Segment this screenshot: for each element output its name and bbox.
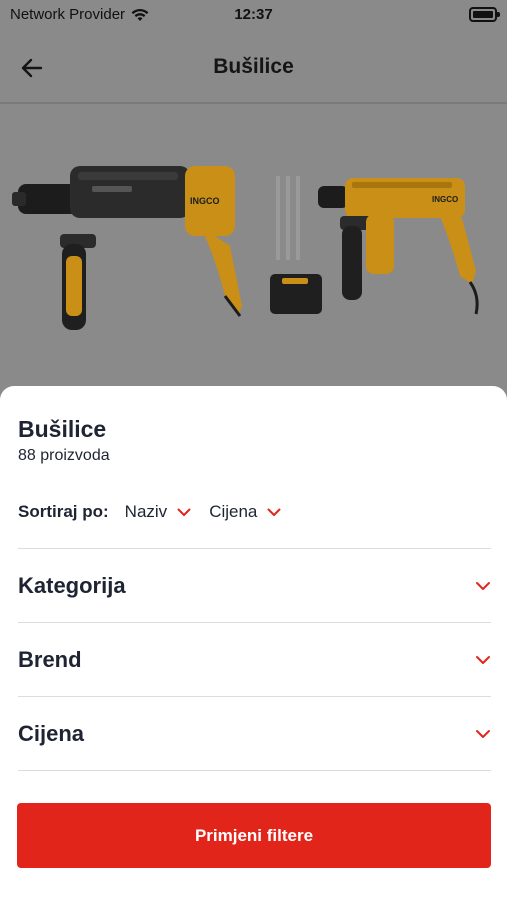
filter-brend[interactable]: Brend: [18, 622, 491, 696]
filter-label: Brend: [18, 646, 82, 672]
filter-label: Cijena: [18, 720, 85, 746]
sheet-title: Bušilice: [18, 416, 107, 442]
hammer-drill-right-image: INGCO: [318, 178, 479, 315]
status-time: 12:37: [234, 6, 273, 23]
sort-option-label: Cijena: [209, 502, 258, 521]
page-title: Bušilice: [213, 55, 294, 78]
chevron-down-icon: [476, 581, 490, 590]
status-bar: Network Provider 12:37: [0, 0, 507, 32]
product-count: 88 proizvoda: [18, 447, 110, 464]
filter-label: Kategorija: [18, 572, 126, 598]
sort-label: Sortiraj po:: [18, 502, 109, 521]
product-image: INGCO INGCO: [0, 106, 507, 396]
filter-kategorija[interactable]: Kategorija: [18, 548, 491, 622]
chevron-down-icon: [267, 508, 281, 516]
drill-bits-image: [270, 176, 322, 314]
sort-row: Sortiraj po: Naziv Cijena: [18, 502, 299, 522]
battery-icon: [469, 7, 500, 22]
filter-bottom-sheet: Bušilice 88 proizvoda Sortiraj po: Naziv…: [0, 386, 507, 900]
apply-filters-button[interactable]: Primjeni filtere: [17, 803, 491, 868]
chevron-down-icon: [177, 508, 191, 516]
sort-option-label: Naziv: [124, 502, 168, 521]
chevron-down-icon: [476, 729, 490, 738]
sort-option-naziv[interactable]: Naziv: [125, 502, 192, 522]
sort-option-cijena[interactable]: Cijena: [209, 502, 281, 522]
filter-cijena[interactable]: Cijena: [18, 696, 491, 770]
svg-text:INGCO: INGCO: [190, 196, 220, 206]
divider: [18, 770, 491, 771]
chevron-down-icon: [476, 655, 490, 664]
navigation-bar: Bušilice: [0, 32, 507, 104]
hammer-drill-left-image: INGCO: [12, 166, 242, 330]
svg-text:INGCO: INGCO: [432, 195, 458, 204]
